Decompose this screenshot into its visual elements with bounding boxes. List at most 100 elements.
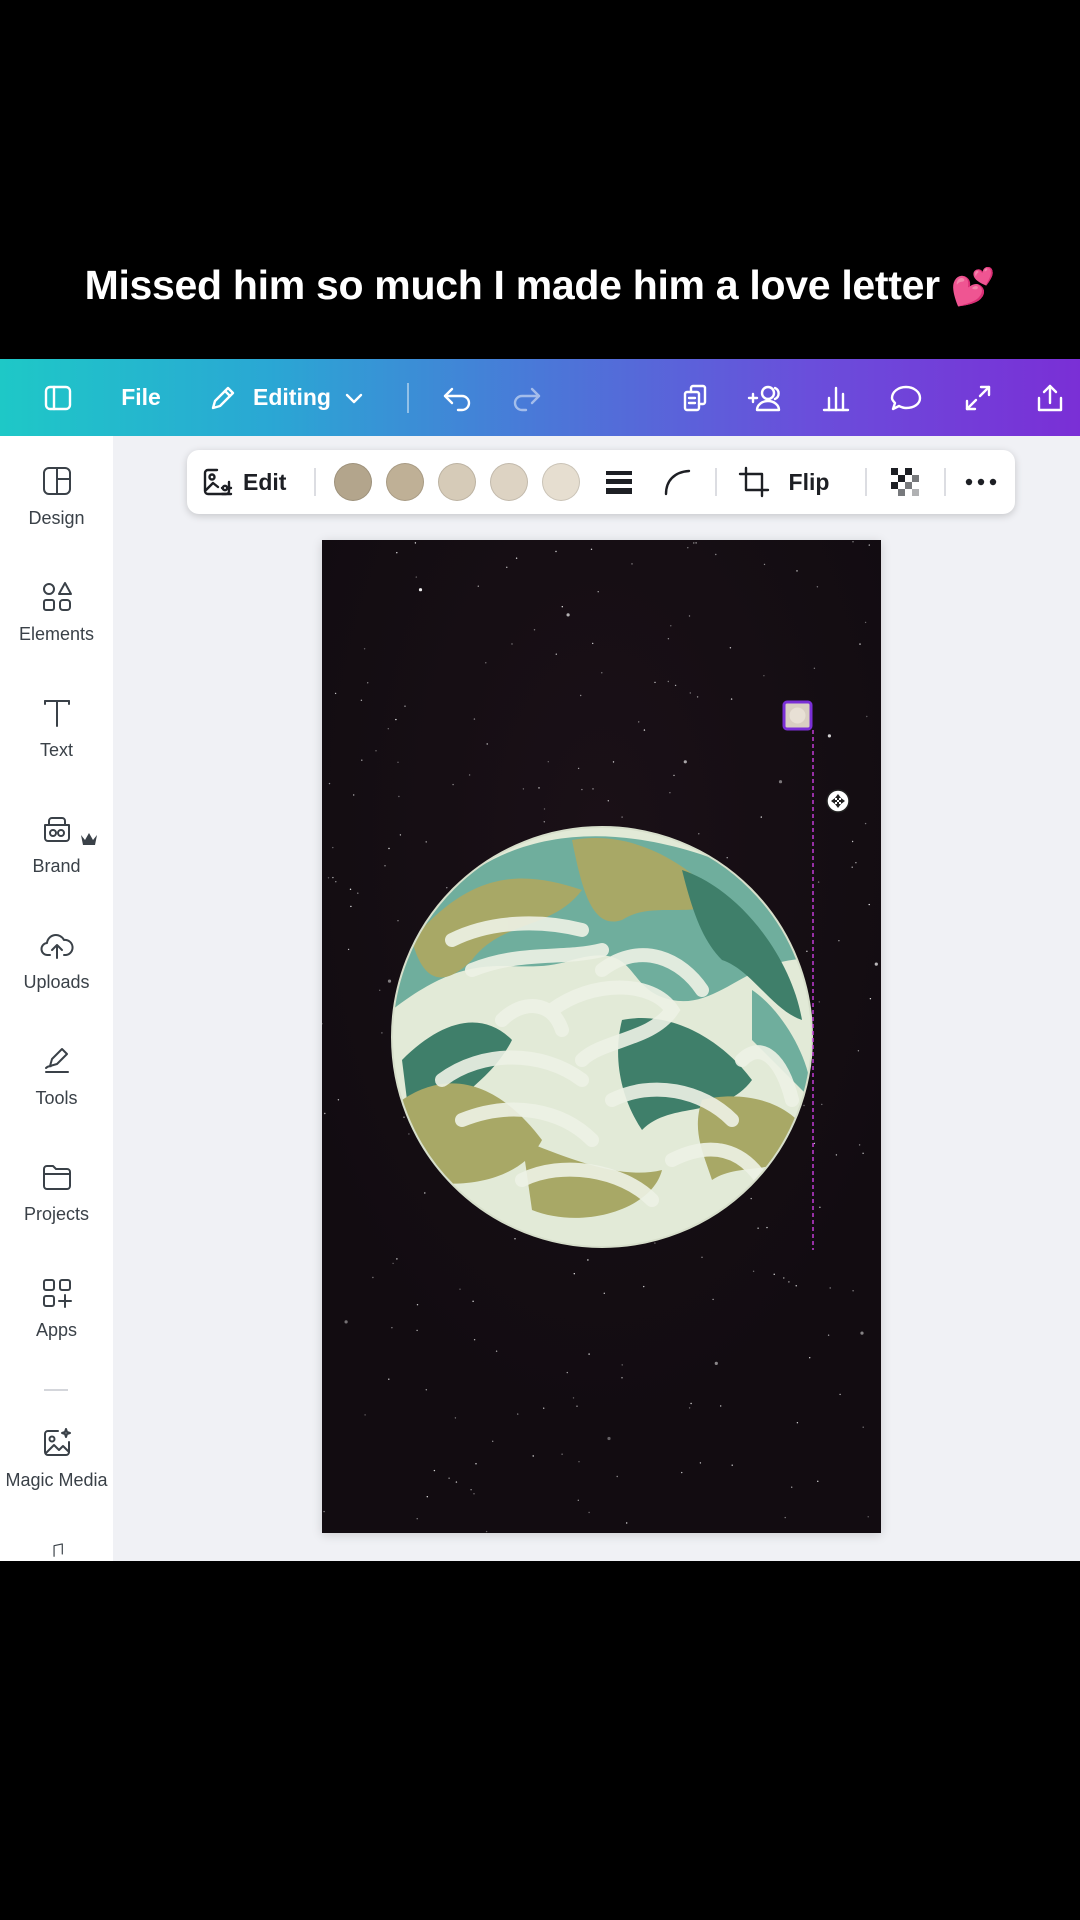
sidebar-item-label: Design — [28, 508, 85, 528]
star — [408, 1133, 410, 1135]
sidebar-item-label: Tools — [35, 1088, 78, 1108]
redo-icon[interactable] — [507, 359, 547, 436]
projects-icon — [42, 1165, 71, 1190]
analytics-icon[interactable] — [816, 359, 856, 436]
star — [621, 1364, 623, 1366]
star — [803, 1104, 805, 1107]
star — [851, 866, 853, 868]
star — [813, 667, 816, 669]
star — [750, 1197, 752, 1200]
star — [809, 1357, 811, 1359]
sidebar-item-magic-media[interactable]: Magic Media — [0, 1426, 113, 1526]
star — [752, 1270, 755, 1272]
design-icon — [42, 467, 71, 495]
star — [715, 553, 717, 556]
comment-icon[interactable] — [886, 359, 926, 436]
sidebar-item-projects[interactable]: Projects — [0, 1160, 113, 1260]
star — [572, 1397, 575, 1399]
sidebar-item-brand[interactable]: Brand — [0, 812, 113, 912]
star — [414, 542, 417, 544]
editing-mode-label: Editing — [253, 384, 331, 410]
text-icon — [43, 700, 70, 727]
star — [670, 625, 672, 627]
corner-rounding-icon[interactable] — [659, 450, 695, 514]
star — [783, 1277, 785, 1279]
star — [335, 881, 337, 883]
crop-icon[interactable] — [736, 450, 772, 514]
music-icon — [52, 1543, 63, 1557]
border-style-icon[interactable] — [601, 450, 637, 514]
star — [533, 629, 536, 631]
copy-pages-icon[interactable] — [676, 359, 716, 436]
star — [397, 761, 399, 763]
star — [515, 557, 518, 559]
star — [763, 675, 765, 677]
star — [332, 846, 334, 849]
star — [416, 1329, 418, 1332]
star — [475, 1463, 477, 1465]
sidebar-item-more[interactable] — [0, 1541, 113, 1561]
more-options-icon[interactable] — [963, 450, 999, 514]
color-swatch[interactable] — [334, 463, 372, 501]
star — [357, 892, 359, 894]
star — [543, 808, 546, 810]
star — [543, 821, 545, 823]
star — [681, 1471, 683, 1474]
star — [577, 767, 580, 770]
pencil-icon — [207, 382, 239, 414]
sidebar-item-tools[interactable]: Tools — [0, 1044, 113, 1144]
upload-share-icon[interactable] — [1030, 359, 1070, 436]
panel-toggle-icon[interactable] — [38, 359, 78, 436]
sidebar-separator — [44, 1389, 68, 1391]
design-canvas[interactable] — [322, 540, 881, 1533]
star — [561, 606, 563, 608]
color-swatch[interactable] — [542, 463, 580, 501]
star — [454, 1417, 457, 1419]
star — [852, 1290, 854, 1292]
star — [592, 642, 594, 645]
star — [868, 544, 870, 546]
star — [712, 1298, 714, 1301]
fullscreen-icon[interactable] — [958, 359, 998, 436]
editing-mode-button[interactable]: Editing — [207, 359, 407, 436]
sidebar-item-label: Text — [39, 740, 73, 760]
star — [851, 840, 854, 843]
star — [485, 662, 487, 664]
file-menu-button[interactable]: File — [118, 359, 164, 436]
tools-icon — [44, 1048, 69, 1073]
star — [667, 680, 669, 683]
chevron-down-icon — [343, 387, 365, 409]
flip-button[interactable]: Flip — [787, 450, 831, 514]
sidebar-item-uploads[interactable]: Uploads — [0, 928, 113, 1028]
edit-image-button[interactable]: Edit — [201, 450, 295, 514]
sidebar-item-apps[interactable]: Apps — [0, 1276, 113, 1376]
star — [350, 905, 352, 908]
star — [396, 1258, 398, 1260]
star — [858, 1144, 861, 1146]
sidebar-item-text[interactable]: Text — [0, 696, 113, 796]
starfield-earth-artwork — [322, 540, 881, 1533]
star — [324, 1112, 326, 1115]
star — [391, 1327, 393, 1329]
star — [791, 1486, 793, 1488]
star — [416, 1304, 419, 1306]
star — [819, 1206, 821, 1208]
sidebar-item-label: Brand — [32, 856, 81, 876]
toolbar-divider — [944, 468, 946, 496]
star — [455, 1481, 458, 1483]
transparency-icon[interactable] — [887, 450, 923, 514]
star — [327, 877, 330, 879]
selected-element[interactable] — [782, 700, 813, 731]
sidebar-item-elements[interactable]: Elements — [0, 580, 113, 680]
undo-icon[interactable] — [437, 359, 477, 436]
color-swatch[interactable] — [386, 463, 424, 501]
color-swatch[interactable] — [438, 463, 476, 501]
sidebar-item-design[interactable]: Design — [0, 464, 113, 564]
star — [690, 1402, 692, 1405]
share-people-icon[interactable] — [742, 359, 788, 436]
uploads-icon — [40, 934, 74, 959]
star — [387, 728, 389, 730]
star — [448, 1477, 450, 1479]
star — [816, 586, 819, 588]
color-swatch[interactable] — [490, 463, 528, 501]
